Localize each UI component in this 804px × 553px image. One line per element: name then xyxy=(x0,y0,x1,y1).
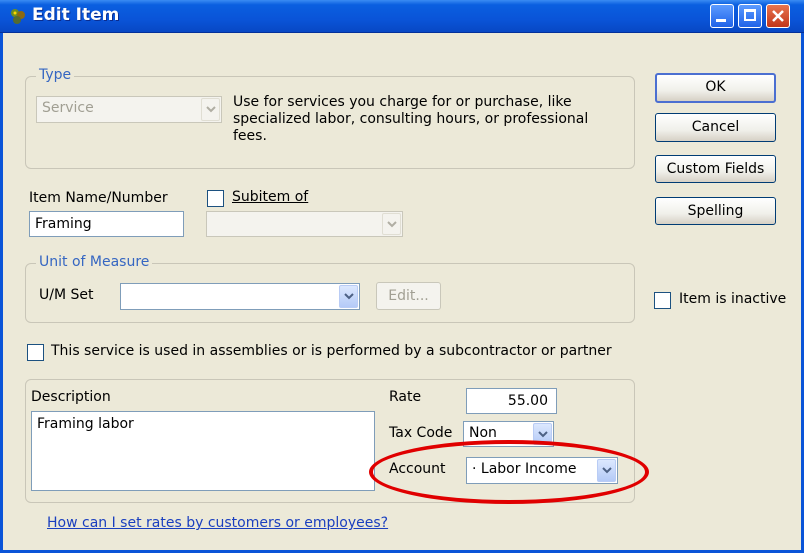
app-icon xyxy=(11,9,25,24)
spelling-button[interactable]: Spelling xyxy=(655,197,776,225)
minimize-icon[interactable] xyxy=(710,4,734,28)
type-description-line-2: specialized labor, consulting hours, or … xyxy=(233,111,589,127)
subitem-label: Subitem of xyxy=(232,189,309,205)
item-name-input[interactable]: Framing xyxy=(29,211,184,237)
assemblies-label: This service is used in assemblies or is… xyxy=(51,343,612,359)
help-link[interactable]: How can I set rates by customers or empl… xyxy=(47,515,388,531)
close-icon[interactable] xyxy=(766,4,790,28)
ok-button[interactable]: OK xyxy=(655,73,776,103)
item-inactive-label: Item is inactive xyxy=(679,291,787,307)
rate-label: Rate xyxy=(389,389,422,405)
tax-code-label: Tax Code xyxy=(389,425,453,441)
chevron-down-icon[interactable] xyxy=(201,98,220,121)
item-inactive-checkbox[interactable] xyxy=(654,292,671,309)
um-edit-button[interactable]: Edit... xyxy=(376,282,441,310)
description-label: Description xyxy=(31,389,111,405)
uom-legend: Unit of Measure xyxy=(36,254,153,270)
type-description-line-3: fees. xyxy=(233,128,267,144)
um-set-label: U/M Set xyxy=(39,287,94,303)
type-select[interactable]: Service xyxy=(36,96,222,123)
chevron-down-icon[interactable] xyxy=(339,285,358,308)
custom-fields-button[interactable]: Custom Fields xyxy=(655,155,776,183)
subitem-checkbox[interactable] xyxy=(207,190,224,207)
um-set-select[interactable] xyxy=(120,283,360,310)
dialog-body: Type Service Use for services you charge… xyxy=(0,33,804,553)
chevron-down-icon[interactable] xyxy=(382,213,401,235)
subitem-select[interactable] xyxy=(206,211,403,237)
cancel-button[interactable]: Cancel xyxy=(655,113,776,142)
window-title: Edit Item xyxy=(32,5,120,25)
maximize-icon[interactable] xyxy=(738,4,762,28)
rate-input[interactable]: 55.00 xyxy=(466,388,557,414)
item-name-label: Item Name/Number xyxy=(29,190,168,206)
type-legend: Type xyxy=(36,67,75,83)
title-bar[interactable]: Edit Item xyxy=(0,0,804,33)
account-highlight-circle xyxy=(369,440,649,504)
description-input[interactable]: Framing labor xyxy=(31,411,375,491)
assemblies-checkbox[interactable] xyxy=(27,344,44,361)
type-description-line-1: Use for services you charge for or purch… xyxy=(233,94,572,110)
